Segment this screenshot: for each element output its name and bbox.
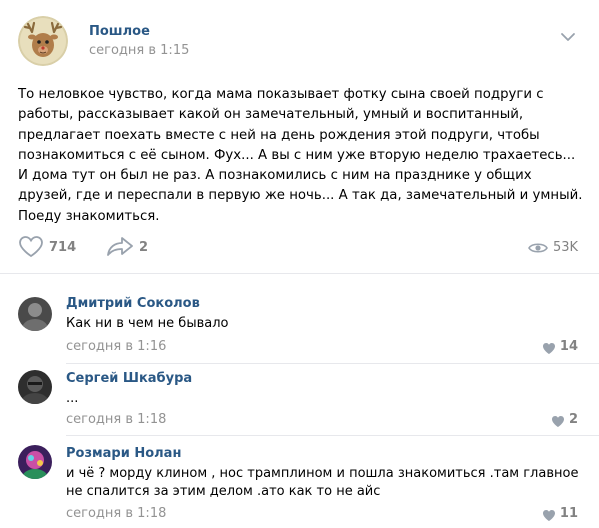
comment-time[interactable]: сегодня в 1:18 [66, 412, 166, 427]
comment-like-count: 2 [568, 412, 578, 427]
comment-text: ... [66, 391, 79, 406]
divider [66, 363, 599, 364]
avatar[interactable] [18, 370, 52, 404]
comment-like-count: 11 [559, 506, 578, 521]
post-header: Пошлое сегодня в 1:15 [0, 0, 599, 80]
comment-like-count: 14 [559, 339, 578, 354]
heart-icon [551, 413, 565, 427]
divider [66, 435, 599, 436]
comment: Розмари Нолан и чё ? морду клином , нос … [0, 437, 599, 528]
views-count: 53K [553, 239, 579, 255]
like-count: 714 [49, 239, 77, 255]
avatar[interactable] [18, 297, 52, 331]
comment-like-button[interactable]: 14 [542, 339, 578, 354]
heart-icon [18, 235, 44, 259]
share-button[interactable]: 2 [106, 230, 148, 264]
post-text: То неловкое чувство, когда мама показыва… [18, 87, 583, 224]
comment-author[interactable]: Розмари Нолан [66, 446, 181, 461]
like-button[interactable]: 714 [18, 230, 76, 264]
share-count: 2 [139, 239, 149, 255]
community-avatar[interactable] [18, 16, 68, 66]
share-arrow-icon [106, 235, 134, 259]
comment-time[interactable]: сегодня в 1:18 [66, 506, 166, 521]
divider [0, 273, 599, 274]
comment-author[interactable]: Сергей Шкабура [66, 371, 192, 386]
post-time[interactable]: сегодня в 1:15 [89, 43, 189, 58]
post-author[interactable]: Пошлое [89, 24, 150, 39]
avatar[interactable] [18, 445, 52, 479]
comment-time[interactable]: сегодня в 1:16 [66, 339, 166, 354]
comment-text: и чё ? морду клином , нос трамплином и п… [66, 466, 579, 499]
comment-like-button[interactable]: 2 [551, 412, 578, 427]
comment: Дмитрий Соколов Как ни в чем не бывало с… [0, 285, 599, 365]
views-indicator: 53K [528, 230, 578, 264]
comment-like-button[interactable]: 11 [542, 506, 578, 521]
comment-text: Как ни в чем не бывало [66, 316, 229, 331]
comment-author[interactable]: Дмитрий Соколов [66, 296, 200, 311]
post-actions: 714 2 53K [0, 230, 599, 264]
comment: Сергей Шкабура ... сегодня в 1:18 2 [0, 365, 599, 437]
heart-icon [542, 340, 556, 354]
heart-icon [542, 507, 556, 521]
eye-icon [528, 240, 548, 254]
chevron-down-icon[interactable] [560, 28, 576, 41]
